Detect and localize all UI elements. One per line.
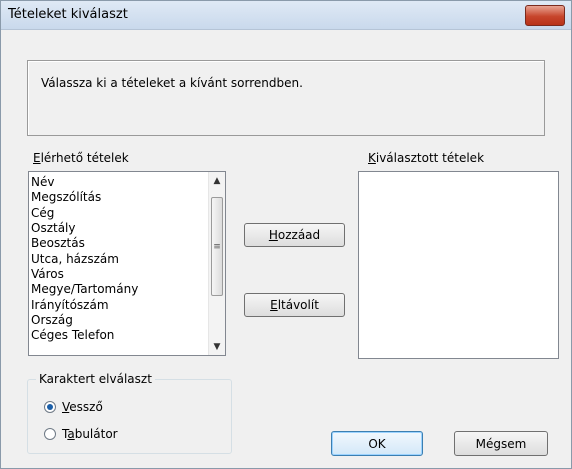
available-items-list[interactable]: Név Megszólítás Cég Osztály Beosztás Utc… [28, 171, 226, 356]
separator-group-title: Karaktert elválaszt [36, 372, 155, 386]
tab-option[interactable]: Tabulátor [44, 426, 118, 442]
available-items-label: Elérhető tételek [33, 151, 129, 165]
list-item[interactable]: Megszólítás [31, 190, 101, 205]
list-item[interactable]: Név [31, 175, 54, 190]
tab-radio[interactable] [44, 428, 56, 440]
cancel-button-label: Mégsem [475, 436, 527, 451]
comma-label: Vessző [62, 400, 103, 414]
window-title: Tételeket kiválaszt [8, 7, 128, 22]
list-item[interactable]: Cég [31, 206, 54, 221]
available-list-scrollbar[interactable]: ▲ ≡ ▼ [208, 172, 225, 355]
tab-label: Tabulátor [62, 427, 118, 441]
list-item[interactable]: Osztály [31, 221, 76, 236]
comma-radio[interactable] [44, 401, 56, 413]
remove-button[interactable]: Eltávolít [244, 293, 345, 317]
comma-option[interactable]: Vessző [44, 399, 103, 415]
selected-items-list[interactable] [358, 171, 559, 359]
cancel-button[interactable]: Mégsem [454, 431, 548, 456]
list-item[interactable]: Céges Telefon [31, 328, 114, 343]
ok-button[interactable]: OK [331, 431, 423, 456]
scroll-up-icon[interactable]: ▲ [209, 172, 225, 189]
selected-items-label: Kiválasztott tételek [368, 151, 485, 165]
add-button-label: Hozzáad [268, 228, 321, 242]
scroll-down-icon[interactable]: ▼ [209, 338, 225, 355]
dialog-window: Tételeket kiválaszt Válassza ki a tétele… [0, 0, 572, 469]
list-item[interactable]: Irányítószám [31, 298, 109, 313]
instruction-text: Válassza ki a tételeket a kívánt sorrend… [41, 76, 303, 90]
list-item[interactable]: Megye/Tartomány [31, 282, 138, 297]
ok-button-label: OK [368, 436, 386, 451]
list-item[interactable]: Beosztás [31, 236, 85, 251]
add-button[interactable]: Hozzáad [244, 223, 345, 247]
list-item[interactable]: Utca, házszám [31, 252, 119, 267]
list-item[interactable]: Város [31, 267, 64, 282]
title-bar: Tételeket kiválaszt [1, 1, 571, 30]
scroll-thumb[interactable]: ≡ [211, 197, 223, 296]
remove-button-label: Eltávolít [270, 298, 319, 312]
close-button[interactable] [525, 5, 565, 26]
separator-groupbox: Karaktert elválaszt Vessző Tabulátor [27, 372, 232, 454]
list-item[interactable]: Ország [31, 313, 73, 328]
instruction-panel: Válassza ki a tételeket a kívánt sorrend… [27, 60, 545, 136]
grip-icon: ≡ [213, 241, 221, 252]
